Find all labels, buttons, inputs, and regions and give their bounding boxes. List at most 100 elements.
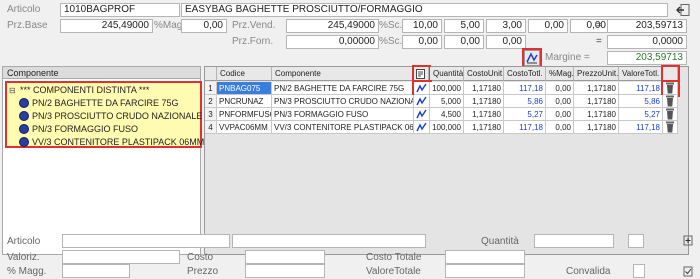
tree-root[interactable]: *** COMPONENTI DISTINTA *** — [20, 85, 149, 96]
row-number: 1 — [205, 82, 217, 95]
table-cell-mag[interactable]: 0,00 — [546, 82, 574, 95]
column-header-quantita[interactable]: Quantità — [430, 67, 464, 81]
column-header-costo-unit[interactable]: CostoUnit. — [464, 67, 504, 81]
delete-row-button[interactable] — [661, 80, 680, 97]
collapse-icon[interactable]: ⊟ — [9, 85, 16, 96]
tree-item[interactable]: PN/3 PROSCIUTTO CRUDO NAZIONALE — [32, 111, 202, 122]
sc3-field[interactable]: 3,00 — [486, 19, 526, 33]
table-cell-quantita[interactable]: 100,000 — [430, 82, 464, 95]
sc1-field[interactable]: 10,00 — [402, 19, 442, 33]
tree-item[interactable]: PN/2 BAGHETTE DA FARCIRE 75G — [32, 98, 179, 109]
column-header-componente[interactable]: Componente — [272, 67, 413, 81]
table-cell-quantita[interactable]: 5,000 — [430, 95, 464, 108]
forn-sc2-field[interactable]: 0,00 — [444, 35, 484, 49]
articolo-label: Articolo — [7, 4, 41, 15]
delete-row-button[interactable] — [663, 108, 678, 121]
table-cell-codice[interactable]: PNCRUNAZ — [217, 95, 272, 108]
table-cell-componente[interactable]: PN/3 PROSCIUTTO CRUDO NAZIONALE — [272, 95, 414, 108]
trash-icon — [666, 108, 674, 120]
component-tree-panel: Componente ⊟ *** COMPONENTI DISTINTA ***… — [2, 66, 204, 255]
footer-costo-totale-field — [445, 250, 525, 264]
table-cell-costo-totl: 117,18 — [504, 121, 546, 134]
table-cell-costo-unit: 1,17180 — [464, 82, 504, 95]
equals-sign-forn: = — [596, 36, 602, 47]
prz-base-field[interactable]: 245,49000 — [60, 19, 153, 33]
prz-forn-field[interactable]: 0,00000 — [286, 35, 379, 49]
footer-valore-totale-field — [445, 264, 525, 278]
footer-prezzo-field[interactable] — [245, 264, 325, 278]
table-cell-componente[interactable]: PN/2 BAGHETTE DA FARCIRE 75G — [272, 82, 414, 95]
column-header-mag[interactable]: %Mag. — [546, 67, 574, 81]
tree-panel-title: Componente — [3, 67, 200, 79]
table-cell-quantita[interactable]: 4,500 — [430, 108, 464, 121]
add-component-icon[interactable] — [681, 233, 695, 247]
margine-label: Margine = — [545, 52, 590, 63]
tree-item[interactable]: VV/3 CONTENITORE PLASTIPACK 06MM — [32, 137, 204, 148]
recalc-margin-button[interactable] — [522, 48, 542, 68]
table-cell-codice[interactable]: VVPAC06MM — [217, 121, 272, 134]
edit-row-icon[interactable] — [412, 80, 432, 97]
table-cell-valore-totl: 117,18 — [619, 82, 663, 95]
column-header-codice[interactable]: Codice — [217, 67, 272, 81]
edit-row-icon[interactable] — [414, 108, 430, 121]
table-cell-costo-unit: 1,17180 — [464, 95, 504, 108]
tree-item[interactable]: PN/3 FORMAGGIO FUSO — [32, 124, 138, 135]
table-cell-valore-totl: 5,27 — [619, 108, 663, 121]
column-header-costo-totl[interactable]: CostoTotl. — [504, 67, 546, 81]
row-number: 2 — [205, 95, 217, 108]
trash-icon — [666, 95, 674, 107]
table-cell-componente[interactable]: VV/3 CONTENITORE PLASTIPACK 06MM — [272, 121, 414, 134]
trash-icon — [666, 121, 674, 133]
column-header-valore-totl[interactable]: ValoreTotl. — [619, 67, 662, 81]
footer-costo-field[interactable] — [245, 250, 325, 264]
component-tree[interactable]: ⊟ *** COMPONENTI DISTINTA *** PN/2 BAGHE… — [5, 81, 204, 148]
table-cell-mag[interactable]: 0,00 — [546, 95, 574, 108]
table-cell-prezzo-unit: 1,17180 — [574, 108, 619, 121]
components-grid[interactable]: Codice Componente Quantità CostoUnit. Co… — [204, 65, 689, 255]
table-cell-valore-totl: 117,18 — [619, 121, 663, 134]
sc2-field[interactable]: 5,00 — [444, 19, 484, 33]
component-icon — [19, 111, 29, 121]
footer-articolo-field[interactable] — [62, 234, 230, 248]
table-cell-mag[interactable]: 0,00 — [546, 121, 574, 134]
mag-field[interactable]: 0,00 — [181, 19, 227, 33]
total-vend-field: 203,59713 — [607, 19, 687, 33]
footer-articolo-desc-field[interactable] — [232, 234, 426, 248]
sc5-field[interactable]: 0,00 — [570, 19, 610, 33]
confirm-component-icon[interactable] — [681, 264, 695, 278]
prz-vend-field[interactable]: 245,49000 — [286, 19, 379, 33]
table-cell-quantita[interactable]: 100,000 — [430, 121, 464, 134]
component-icon — [19, 137, 29, 147]
delete-column-header — [661, 65, 680, 83]
footer-quantita-unit-field[interactable] — [628, 234, 644, 248]
footer-magg-field[interactable] — [62, 264, 130, 278]
exit-icon[interactable] — [675, 3, 691, 17]
articolo-code-field[interactable]: 1010BAGPROF — [60, 3, 180, 17]
articolo-description-field[interactable]: EASYBAG BAGHETTE PROSCIUTTO/FORMAGGIO — [181, 3, 668, 17]
component-icon — [19, 98, 29, 108]
edit-column-header-icon[interactable] — [412, 65, 431, 83]
table-cell-prezzo-unit: 1,17180 — [574, 121, 619, 134]
table-cell-componente[interactable]: PN/3 FORMAGGIO FUSO — [272, 108, 414, 121]
prz-forn-label: Prz.Forn. — [232, 36, 274, 47]
margine-field: 203,59713 — [607, 51, 687, 65]
table-cell-codice[interactable]: PNBAG075 — [217, 82, 272, 95]
table-cell-costo-unit: 1,17180 — [464, 108, 504, 121]
column-header-prezzo-unit[interactable]: PrezzoUnit. — [574, 67, 619, 81]
prz-base-label: Prz.Base — [7, 20, 48, 31]
table-cell-mag[interactable]: 0,00 — [546, 108, 574, 121]
forn-sc3-field[interactable]: 0,00 — [486, 35, 526, 49]
convalida-checkbox[interactable] — [633, 264, 645, 278]
component-icon — [19, 124, 29, 134]
edit-row-icon[interactable] — [414, 121, 430, 134]
row-number: 4 — [205, 121, 217, 134]
table-cell-codice[interactable]: PNFORMFUSO — [217, 108, 272, 121]
sc4-field[interactable]: 0,00 — [528, 19, 568, 33]
edit-row-icon[interactable] — [414, 95, 430, 108]
table-cell-costo-totl: 117,18 — [504, 82, 546, 95]
delete-row-button[interactable] — [663, 121, 678, 134]
delete-row-button[interactable] — [663, 95, 678, 108]
footer-valoriz-field[interactable] — [62, 250, 180, 264]
footer-quantita-field[interactable] — [534, 234, 614, 248]
forn-sc1-field[interactable]: 0,00 — [402, 35, 442, 49]
